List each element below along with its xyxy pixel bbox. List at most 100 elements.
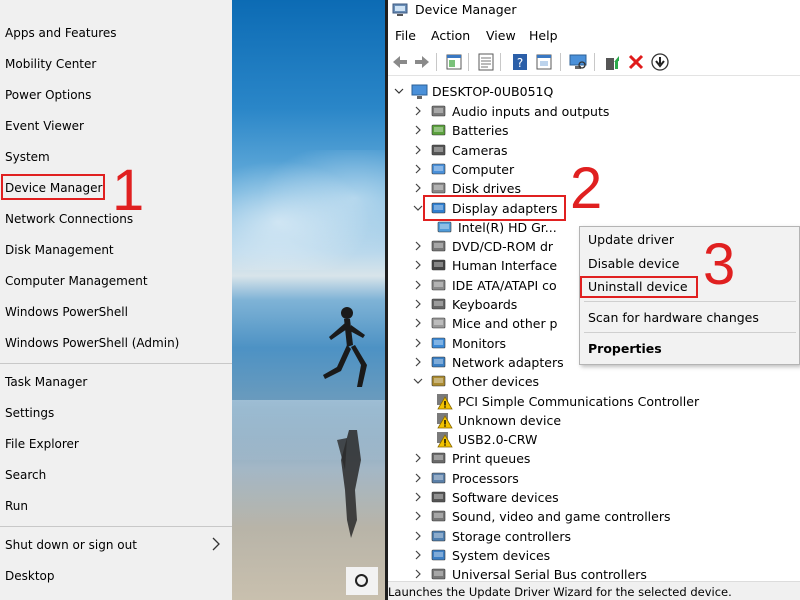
menu-item-search[interactable]: Search (5, 468, 46, 482)
menu-item-disk-management[interactable]: Disk Management (5, 243, 114, 257)
expand-chevron-icon[interactable] (413, 492, 423, 502)
expand-chevron-icon[interactable] (413, 338, 423, 348)
warning-device-icon (437, 393, 453, 409)
menu-item-desktop[interactable]: Desktop (5, 569, 55, 583)
batteries-icon (431, 124, 446, 136)
human-interface-icon (431, 260, 446, 271)
tree-category-batteries[interactable]: Batteries (413, 121, 793, 140)
screenshot-root: Apps and Features Mobility Center Power … (0, 0, 800, 600)
scan-hardware-icon[interactable] (568, 52, 588, 72)
menu-item-file-explorer[interactable]: File Explorer (5, 437, 79, 451)
menu-item-windows-powershell[interactable]: Windows PowerShell (5, 305, 128, 319)
tree-category-software-devices[interactable]: Software devices (413, 488, 793, 507)
expand-chevron-icon[interactable] (413, 531, 423, 541)
expand-chevron-icon[interactable] (413, 318, 423, 328)
runner-reflection-image (337, 430, 361, 538)
tree-device-pci-simple-communications-controller[interactable]: PCI Simple Communications Controller (436, 392, 800, 411)
tree-category-other-devices[interactable]: Other devices (413, 372, 793, 391)
menu-item-event-viewer[interactable]: Event Viewer (5, 119, 84, 133)
expand-chevron-icon[interactable] (413, 511, 423, 521)
expand-chevron-icon[interactable] (413, 280, 423, 290)
taskbar-search-button[interactable] (346, 567, 378, 595)
tree-category-storage-controllers[interactable]: Storage controllers (413, 527, 793, 546)
highlight-device-manager (1, 174, 105, 200)
expand-chevron-icon[interactable] (413, 357, 423, 367)
step-number-1: 1 (112, 158, 145, 223)
uninstall-red-x-icon[interactable] (626, 52, 646, 72)
chevron-right-icon (212, 537, 220, 551)
menu-help[interactable]: Help (529, 28, 558, 43)
expand-chevron-icon[interactable] (413, 241, 423, 251)
tree-item-label: DVD/CD-ROM dr (452, 239, 554, 255)
expand-chevron-icon[interactable] (413, 299, 423, 309)
tree-root-computer[interactable]: DESKTOP-0UB051Q (394, 82, 794, 101)
search-circle-icon (355, 574, 368, 587)
title-bar[interactable]: Device Manager (388, 0, 800, 22)
menu-file[interactable]: File (395, 28, 416, 43)
expand-chevron-icon[interactable] (413, 260, 423, 270)
menu-item-task-manager[interactable]: Task Manager (5, 375, 87, 389)
collapse-chevron-icon[interactable] (413, 203, 423, 213)
menu-item-system[interactable]: System (5, 150, 50, 164)
tree-category-computer[interactable]: Computer (413, 160, 793, 179)
forward-arrow-icon[interactable] (412, 52, 432, 72)
tree-item-label: Intel(R) HD Gr... (458, 219, 557, 235)
menu-item-settings[interactable]: Settings (5, 406, 54, 420)
wallpaper-clouds (232, 150, 386, 270)
expand-chevron-icon[interactable] (413, 106, 423, 116)
window-title: Device Manager (415, 2, 517, 17)
toolbar-separator (436, 53, 437, 71)
properties-icon[interactable] (444, 52, 464, 72)
computer-icon (431, 163, 446, 175)
tree-device-unknown-device[interactable]: Unknown device (436, 411, 800, 430)
menu-item-run[interactable]: Run (5, 499, 28, 513)
menu-action[interactable]: Action (431, 28, 470, 43)
back-arrow-icon[interactable] (390, 52, 410, 72)
expand-chevron-icon[interactable] (413, 550, 423, 560)
expand-chevron-icon[interactable] (413, 125, 423, 135)
warning-device-icon (437, 432, 453, 448)
expand-chevron-icon[interactable] (413, 569, 423, 579)
menu-item-shut-down-or-sign-out[interactable]: Shut down or sign out (5, 538, 137, 552)
download-driver-icon[interactable] (650, 52, 670, 72)
menu-item-apps-and-features[interactable]: Apps and Features (5, 26, 117, 40)
universal-serial-bus-controllers-icon (431, 568, 446, 580)
context-item-scan-for-hardware-changes[interactable]: Scan for hardware changes (588, 310, 759, 325)
context-item-disable-device[interactable]: Disable device (588, 256, 679, 271)
show-hidden-icon[interactable] (476, 52, 496, 72)
menu-view[interactable]: View (486, 28, 516, 43)
expand-chevron-icon[interactable] (413, 164, 423, 174)
context-item-properties[interactable]: Properties (588, 341, 662, 356)
menu-item-mobility-center[interactable]: Mobility Center (5, 57, 96, 71)
menu-item-windows-powershell-admin[interactable]: Windows PowerShell (Admin) (5, 336, 179, 350)
collapse-chevron-icon[interactable] (413, 376, 423, 386)
expand-chevron-icon[interactable] (413, 473, 423, 483)
update-driver-icon[interactable] (602, 52, 622, 72)
tree-category-sound-video-and-game-controllers[interactable]: Sound, video and game controllers (413, 507, 793, 526)
mice-and-other-p-icon (431, 317, 446, 329)
tree-category-system-devices[interactable]: System devices (413, 546, 793, 565)
winx-power-user-menu: Apps and Features Mobility Center Power … (0, 0, 232, 600)
menu-item-computer-management[interactable]: Computer Management (5, 274, 148, 288)
tree-category-print-queues[interactable]: Print queues (413, 449, 793, 468)
view-resources-icon[interactable] (534, 52, 554, 72)
collapse-chevron-icon[interactable] (394, 86, 404, 96)
computer-icon (411, 84, 428, 99)
expand-chevron-icon[interactable] (413, 453, 423, 463)
expand-chevron-icon[interactable] (413, 145, 423, 155)
tree-category-audio-inputs-and-outputs[interactable]: Audio inputs and outputs (413, 102, 793, 121)
context-item-update-driver[interactable]: Update driver (588, 232, 674, 247)
software-devices-icon (431, 491, 446, 503)
tree-item-label: Computer (452, 161, 515, 177)
tree-device-usb2-0-crw[interactable]: USB2.0-CRW (436, 430, 800, 449)
tree-category-processors[interactable]: Processors (413, 469, 793, 488)
storage-controllers-icon (431, 530, 446, 541)
tree-category-cameras[interactable]: Cameras (413, 141, 793, 160)
help-icon[interactable]: ? (510, 52, 530, 72)
toolbar-separator (468, 53, 469, 71)
expand-chevron-icon[interactable] (413, 183, 423, 193)
tree-category-universal-serial-bus-controllers[interactable]: Universal Serial Bus controllers (413, 565, 793, 584)
cameras-icon (431, 144, 446, 155)
menu-item-power-options[interactable]: Power Options (5, 88, 91, 102)
toolbar: ? (388, 48, 800, 76)
